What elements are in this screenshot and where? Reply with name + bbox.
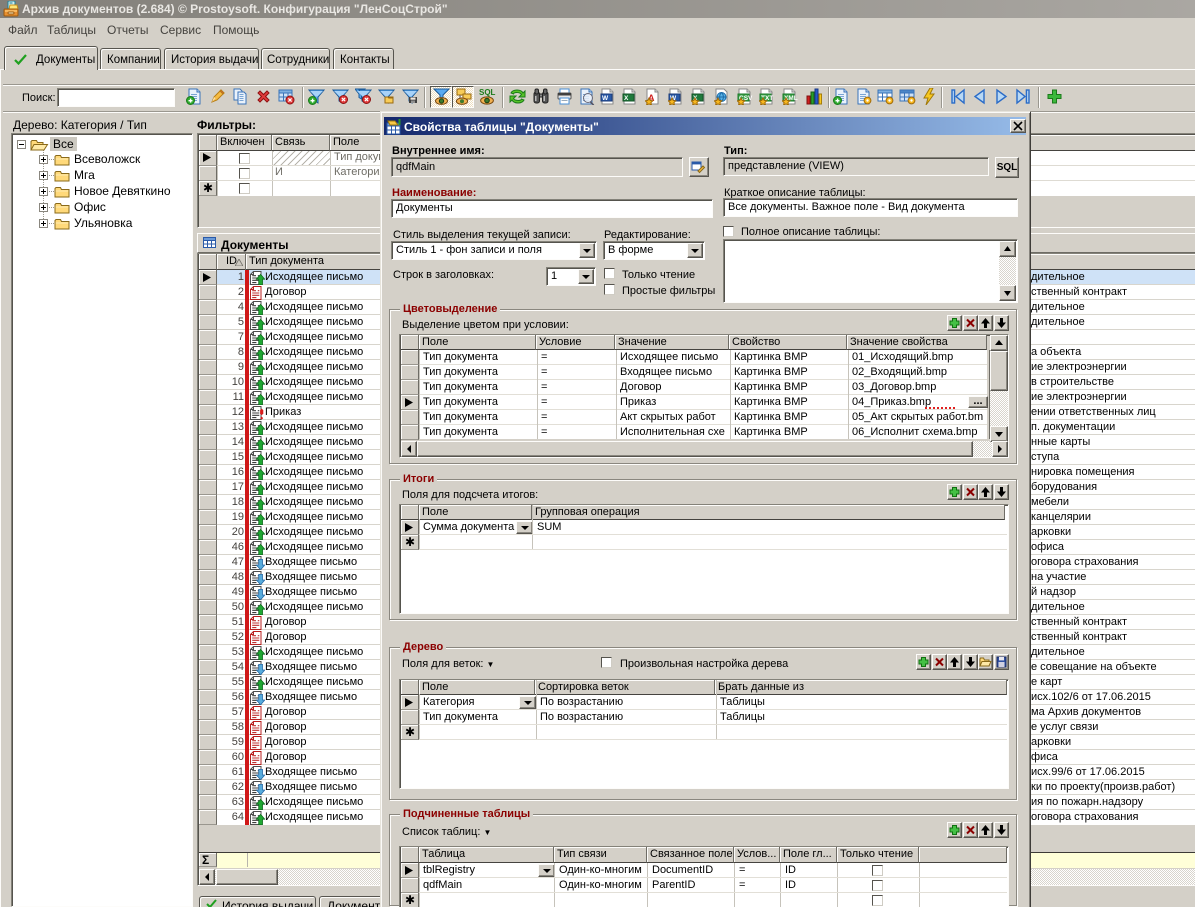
svg-text:W: W <box>602 95 609 102</box>
svg-text:SQL: SQL <box>479 88 496 97</box>
svg-text:X: X <box>624 95 629 102</box>
